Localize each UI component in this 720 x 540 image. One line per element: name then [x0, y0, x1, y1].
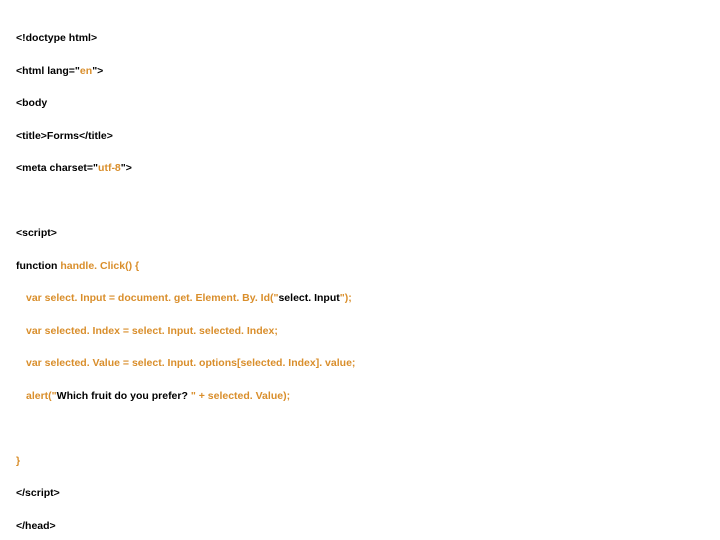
code-line: <title>Forms</title> [16, 128, 704, 144]
blank-line [16, 193, 704, 209]
code-line: var select. Input = document. get. Eleme… [16, 290, 704, 306]
code-line: </head> [16, 518, 704, 534]
code-line: } [16, 453, 704, 469]
code-line: function handle. Click() { [16, 258, 704, 274]
code-line: <!doctype html> [16, 30, 704, 46]
code-line: <meta charset="utf-8"> [16, 160, 704, 176]
code-line: var selected. Index = select. Input. sel… [16, 323, 704, 339]
code-line: </script> [16, 485, 704, 501]
code-line: var selected. Value = select. Input. opt… [16, 355, 704, 371]
code-line: <script> [16, 225, 704, 241]
blank-line [16, 420, 704, 436]
code-line: <body [16, 95, 704, 111]
code-line: alert("Which fruit do you prefer? " + se… [16, 388, 704, 404]
code-listing: <!doctype html> <html lang="en"> <body <… [0, 0, 720, 540]
code-line: <html lang="en"> [16, 63, 704, 79]
